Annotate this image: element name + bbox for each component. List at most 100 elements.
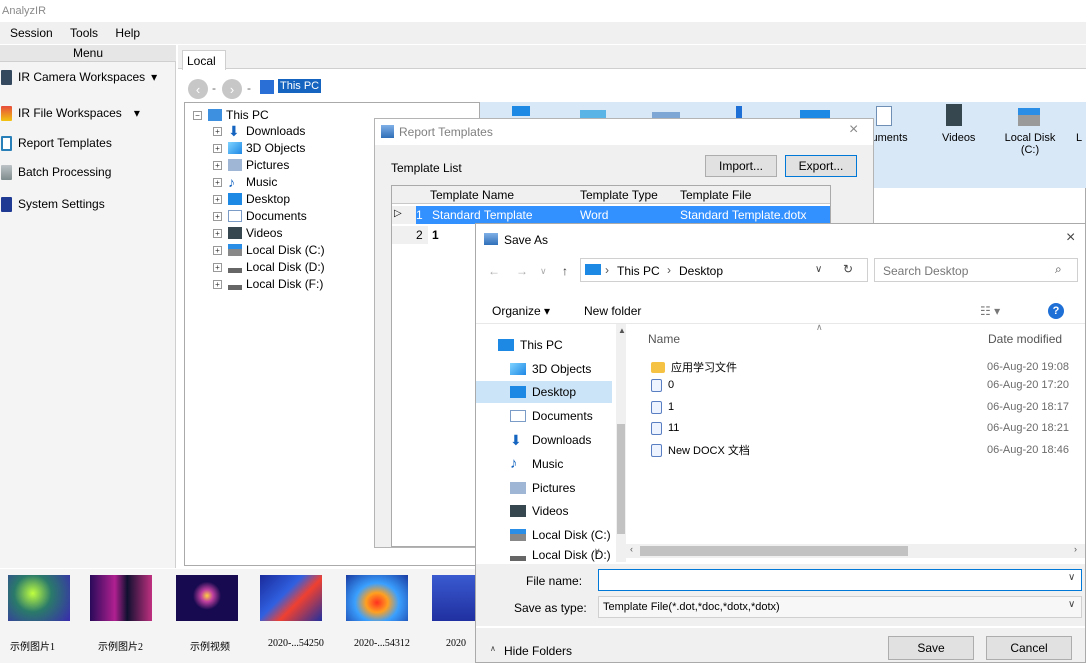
nav-ir-camera-workspaces[interactable]: IR Camera Workspaces ▾ [0,65,176,89]
back-icon[interactable]: ‹ [188,79,208,99]
thumbnail-4[interactable] [260,575,322,621]
nav-system-settings[interactable]: System Settings [0,192,176,216]
tree-item-downloads[interactable]: + ⬇ Downloads [213,123,305,139]
tree-item-3d-objects[interactable]: + 3D Objects [213,140,305,156]
explorer-icon-label[interactable]: Local Disk (C:) [1002,132,1058,156]
back-arrow-icon[interactable]: ← [488,264,500,278]
close-icon[interactable]: × [1066,229,1075,247]
nav-batch-processing[interactable]: Batch Processing [0,160,176,184]
explorer-icon-label[interactable]: L [1076,132,1082,144]
file-row[interactable]: 11 06-Aug-20 18:21 [651,419,1081,437]
tree-root-this-pc[interactable]: − This PC [193,107,269,123]
chevron-down-icon[interactable]: ∨ [540,266,547,277]
file-row[interactable]: 1 06-Aug-20 18:17 [651,398,1081,416]
table-row[interactable]: ▷ 1 Standard Template Word Standard Temp… [392,206,830,224]
address-path[interactable]: This PC [278,79,322,93]
tree-item-local-disk-f[interactable]: + Local Disk (F:) [213,276,323,292]
chevron-down-icon[interactable]: ∨ [1068,599,1075,610]
save-type-select[interactable]: Template File(*.dot,*doc,*dotx,*dotx) [598,596,1082,618]
thumbnail-5[interactable] [346,575,408,621]
tree-item-local-disk-c[interactable]: + Local Disk (C:) [213,242,325,258]
column-header[interactable]: Template Type [580,188,658,202]
breadcrumb[interactable]: › This PC › Desktop ∨ ↻ [580,258,868,282]
tree-item-videos[interactable]: + Videos [213,225,282,241]
sa-nav-downloads[interactable]: ⬇ Downloads [510,429,591,451]
cancel-button[interactable]: Cancel [986,636,1072,660]
column-header[interactable]: Template Name [430,188,514,202]
explorer-icon-label[interactable]: Videos [942,132,975,144]
expand-icon[interactable]: + [213,177,222,187]
file-row[interactable]: New DOCX 文档 06-Aug-20 18:46 [651,441,1081,459]
scroll-right-icon[interactable]: › [1074,544,1077,554]
expand-icon[interactable]: + [213,160,222,170]
nav-ir-file-workspaces[interactable]: IR File Workspaces ▾ [0,101,176,125]
thumbnail-6[interactable] [432,575,476,621]
file-name-input[interactable] [598,569,1082,591]
sa-nav-videos[interactable]: Videos [510,500,568,522]
tree-item-pictures[interactable]: + Pictures [213,157,289,173]
sa-nav-this-pc[interactable]: This PC [498,334,563,356]
expand-icon[interactable]: + [213,245,222,255]
scrollbar-thumb[interactable] [617,424,625,534]
chevron-down-icon[interactable]: ∨ [594,546,601,557]
refresh-icon[interactable]: ↻ [843,262,853,276]
scroll-up-icon[interactable]: ▲ [618,326,626,335]
sa-nav-music[interactable]: ♪ Music [510,453,563,475]
thumbnail-2[interactable] [90,575,152,621]
sa-nav-documents[interactable]: Documents [510,405,593,427]
file-row[interactable]: 0 06-Aug-20 17:20 [651,376,1081,394]
sa-nav-desktop[interactable]: Desktop [510,381,576,403]
expand-icon[interactable]: + [213,228,222,238]
forward-icon[interactable]: › [222,79,242,99]
nav-report-templates[interactable]: Report Templates [0,131,176,155]
view-options-icon[interactable]: ☷ ▾ [980,304,1000,318]
menu-session[interactable]: Session [10,26,53,40]
expand-icon[interactable]: + [213,279,222,289]
organize-button[interactable]: Organize ▾ [492,304,550,318]
hide-folders-button[interactable]: Hide Folders [504,644,572,658]
menu-help[interactable]: Help [115,26,140,40]
up-arrow-icon[interactable]: ↑ [562,264,568,278]
chevron-down-icon[interactable]: ∨ [1068,572,1075,583]
name-column-header[interactable]: Name [648,332,680,346]
close-icon[interactable]: × [849,121,858,139]
expand-icon[interactable]: + [213,262,222,272]
column-header[interactable]: Template File [680,188,751,202]
tree-item-local-disk-d[interactable]: + Local Disk (D:) [213,259,325,275]
sa-nav-3d-objects[interactable]: 3D Objects [510,358,591,380]
horizontal-scrollbar[interactable]: ‹ › [626,544,1085,558]
nav-scrollbar[interactable] [616,324,626,562]
tree-item-music[interactable]: + ♪ Music [213,174,277,190]
export-button[interactable]: Export... [785,155,857,177]
save-button[interactable]: Save [888,636,974,660]
chevron-down-icon[interactable]: ∨ [815,264,822,275]
scrollbar-thumb[interactable] [640,546,908,556]
sa-nav-pictures[interactable]: Pictures [510,477,575,499]
thumbnail-1[interactable] [8,575,70,621]
search-icon[interactable]: ⌕ [1055,262,1062,277]
template-name-cell[interactable]: 1 [432,228,439,242]
expand-icon[interactable]: + [213,211,222,221]
chevron-up-icon[interactable]: ∧ [490,644,496,653]
search-input[interactable]: Search Desktop ⌕ [874,258,1078,282]
expand-icon[interactable]: + [213,194,222,204]
file-row[interactable]: 应用学习文件 06-Aug-20 19:08 [651,358,1081,376]
help-icon[interactable]: ? [1048,303,1064,319]
thumbnail-3[interactable] [176,575,238,621]
expand-icon[interactable]: + [213,126,222,136]
new-folder-button[interactable]: New folder [584,304,641,318]
menu-tools[interactable]: Tools [70,26,98,40]
scroll-left-icon[interactable]: ‹ [630,544,633,554]
sa-nav-local-disk-c[interactable]: Local Disk (C:) [510,524,611,546]
collapse-icon[interactable]: − [193,110,202,120]
forward-arrow-icon[interactable]: → [516,264,528,278]
breadcrumb-item[interactable]: This PC [617,264,660,278]
date-column-header[interactable]: Date modified [988,332,1062,346]
expand-icon[interactable]: + [213,143,222,153]
tree-item-desktop[interactable]: + Desktop [213,191,290,207]
tree-item-documents[interactable]: + Documents [213,208,307,224]
breadcrumb-item[interactable]: Desktop [679,264,723,278]
import-button[interactable]: Import... [705,155,777,177]
tab-local[interactable]: Local [182,50,226,70]
file-icon [651,443,662,457]
